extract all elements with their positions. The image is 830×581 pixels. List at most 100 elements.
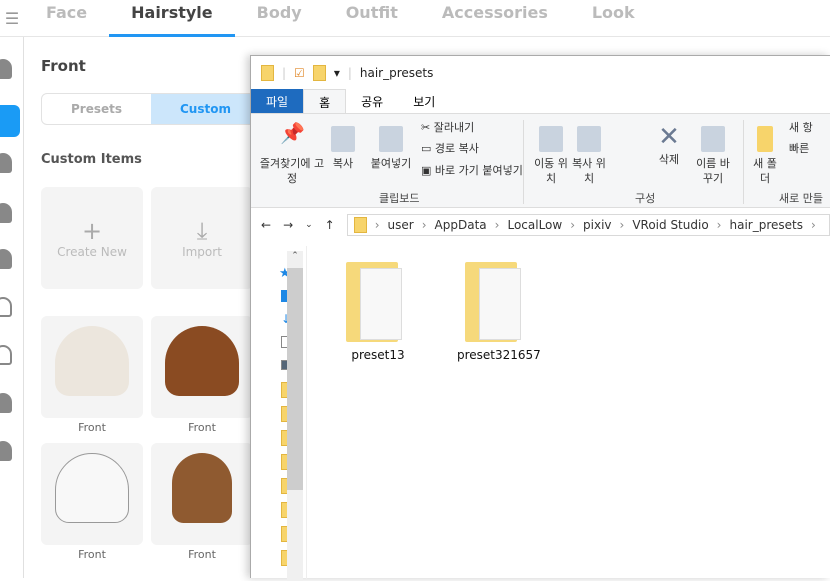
paste-shortcut-button[interactable]: ▣ 바로 가기 붙여넣기	[421, 163, 523, 178]
pin-icon: 📌	[280, 121, 305, 145]
address-bar[interactable]: › user › AppData › LocalLow › pixiv › VRoid S…	[346, 214, 830, 236]
cut-button[interactable]: ✂ 잘라내기	[421, 120, 474, 135]
folder-item[interactable]: preset321657	[457, 262, 541, 362]
folder-icon	[757, 126, 773, 152]
forward-icon[interactable]: →	[283, 218, 293, 232]
pin-quick-access-button[interactable]: 📌 즐겨찾기에 고정	[257, 121, 327, 186]
delete-x-icon: ✕	[658, 122, 680, 152]
breadcrumb-item[interactable]: pixiv	[583, 218, 612, 232]
divider	[306, 246, 307, 579]
new-item-button[interactable]: 새 항	[789, 120, 813, 135]
nav-scrollbar[interactable]: ⌃	[287, 251, 303, 581]
hair-item[interactable]	[41, 443, 143, 545]
copy-path-button[interactable]: ▭ 경로 복사	[421, 141, 479, 156]
hair-thumbnail	[172, 453, 232, 523]
panel-title: Front	[41, 57, 86, 75]
create-new-button[interactable]: + Create New	[41, 187, 143, 289]
tab-hairstyle[interactable]: Hairstyle	[109, 0, 235, 37]
recent-dropdown-icon[interactable]: ⌄	[305, 220, 313, 230]
copy-to-button[interactable]: 복사 위치	[571, 126, 607, 186]
tab-accessories[interactable]: Accessories	[420, 0, 570, 37]
breadcrumb-item[interactable]: hair_presets	[729, 218, 803, 232]
hair-category-rail	[0, 37, 24, 578]
plus-icon: +	[81, 217, 103, 245]
group-new: 새로 만들	[779, 192, 823, 205]
tab-body[interactable]: Body	[235, 0, 324, 37]
group-clipboard: 클립보드	[379, 192, 420, 205]
folder-item[interactable]: preset13	[338, 262, 418, 362]
properties-icon[interactable]: ☑	[294, 66, 305, 80]
title-bar: | ☑ ▾ | hair_presets	[251, 56, 830, 89]
tab-look[interactable]: Look	[570, 0, 657, 37]
tab-face[interactable]: Face	[24, 0, 109, 37]
copy-to-icon	[577, 126, 601, 152]
tab-outfit[interactable]: Outfit	[324, 0, 420, 37]
hair-extra4-icon[interactable]	[0, 441, 12, 461]
ribbon-tab-file[interactable]: 파일	[251, 89, 304, 113]
divider	[523, 120, 524, 204]
delete-button[interactable]: ✕ 삭제	[651, 122, 687, 167]
breadcrumb-item[interactable]: AppData	[435, 218, 487, 232]
menu-icon[interactable]: ☰	[0, 9, 24, 28]
hair-extra2-icon[interactable]	[0, 345, 12, 365]
segment-presets[interactable]: Presets	[42, 94, 151, 124]
new-folder-button[interactable]: 새 폴더	[751, 126, 779, 186]
copy-button[interactable]: 복사	[327, 126, 359, 171]
folder-icon	[465, 262, 529, 342]
hair-back-icon[interactable]	[0, 153, 12, 173]
address-bar-row: ← → ⌄ ↑ › user › AppData › LocalLow › pixiv …	[251, 208, 830, 242]
import-button[interactable]: ⤓ Import	[151, 187, 253, 289]
hair-side-icon[interactable]	[0, 203, 12, 223]
ribbon-tab-home[interactable]: 홈	[303, 89, 347, 113]
item-label: Front	[78, 421, 106, 434]
divider	[743, 120, 744, 204]
navigation-pane: ★ ↓ ⌃	[251, 246, 307, 581]
segment-custom[interactable]: Custom	[151, 94, 260, 124]
path-icon: ▭	[421, 142, 435, 155]
shortcut-icon: ▣	[421, 164, 435, 177]
file-explorer-window: | ☑ ▾ | hair_presets 파일 홈 공유 보기 📌 즐겨찾기에 고…	[250, 55, 830, 581]
hair-extra3-icon[interactable]	[0, 393, 12, 413]
breadcrumb-item[interactable]: VRoid Studio	[632, 218, 708, 232]
hair-thumbnail	[55, 453, 129, 523]
rename-icon	[701, 126, 725, 152]
new-folder-icon[interactable]	[312, 64, 326, 81]
ribbon: 📌 즐겨찾기에 고정 복사 붙여넣기 ✂ 잘라내기 ▭ 경로 복사 ▣ 바로 가기…	[251, 113, 830, 208]
hair-base-icon[interactable]	[0, 59, 12, 79]
hair-extra-icon[interactable]	[0, 297, 12, 317]
folder-icon	[353, 217, 367, 233]
window-title: hair_presets	[359, 65, 434, 80]
easy-access-button[interactable]: 빠른	[789, 141, 809, 156]
ribbon-tab-view[interactable]: 보기	[398, 89, 450, 113]
group-organize: 구성	[635, 192, 656, 205]
hair-thumbnail	[55, 326, 129, 396]
quick-access-dropdown-icon[interactable]: ▾	[334, 66, 340, 80]
item-label: Front	[188, 548, 216, 561]
item-label: Front	[188, 421, 216, 434]
paste-button[interactable]: 붙여넣기	[363, 126, 419, 171]
scrollbar-thumb[interactable]	[287, 268, 303, 490]
item-label: Front	[78, 548, 106, 561]
scroll-up-icon[interactable]: ⌃	[287, 251, 303, 261]
folder-icon	[261, 64, 274, 81]
hair-item[interactable]	[151, 316, 253, 418]
breadcrumb-item[interactable]: LocalLow	[507, 218, 562, 232]
back-icon[interactable]: ←	[261, 218, 271, 232]
hair-panel: Front Presets Custom Custom Items + Crea…	[25, 37, 261, 578]
scissors-icon: ✂	[421, 121, 434, 134]
hair-front-icon-selected[interactable]	[0, 105, 20, 137]
move-to-button[interactable]: 이동 위치	[533, 126, 569, 186]
rename-button[interactable]: 이름 바꾸기	[693, 126, 733, 186]
breadcrumb-item[interactable]: user	[388, 218, 414, 232]
copy-icon	[331, 126, 355, 152]
clipboard-icon	[379, 126, 403, 152]
hair-item[interactable]	[151, 443, 253, 545]
hair-item[interactable]	[41, 316, 143, 418]
hair-thumbnail	[165, 326, 239, 396]
ribbon-tabs: 파일 홈 공유 보기	[251, 89, 830, 113]
ribbon-tab-share[interactable]: 공유	[346, 89, 398, 113]
import-icon: ⤓	[196, 217, 208, 245]
move-icon	[539, 126, 563, 152]
up-icon[interactable]: ↑	[325, 218, 335, 232]
hair-ahoge-icon[interactable]	[0, 249, 12, 269]
